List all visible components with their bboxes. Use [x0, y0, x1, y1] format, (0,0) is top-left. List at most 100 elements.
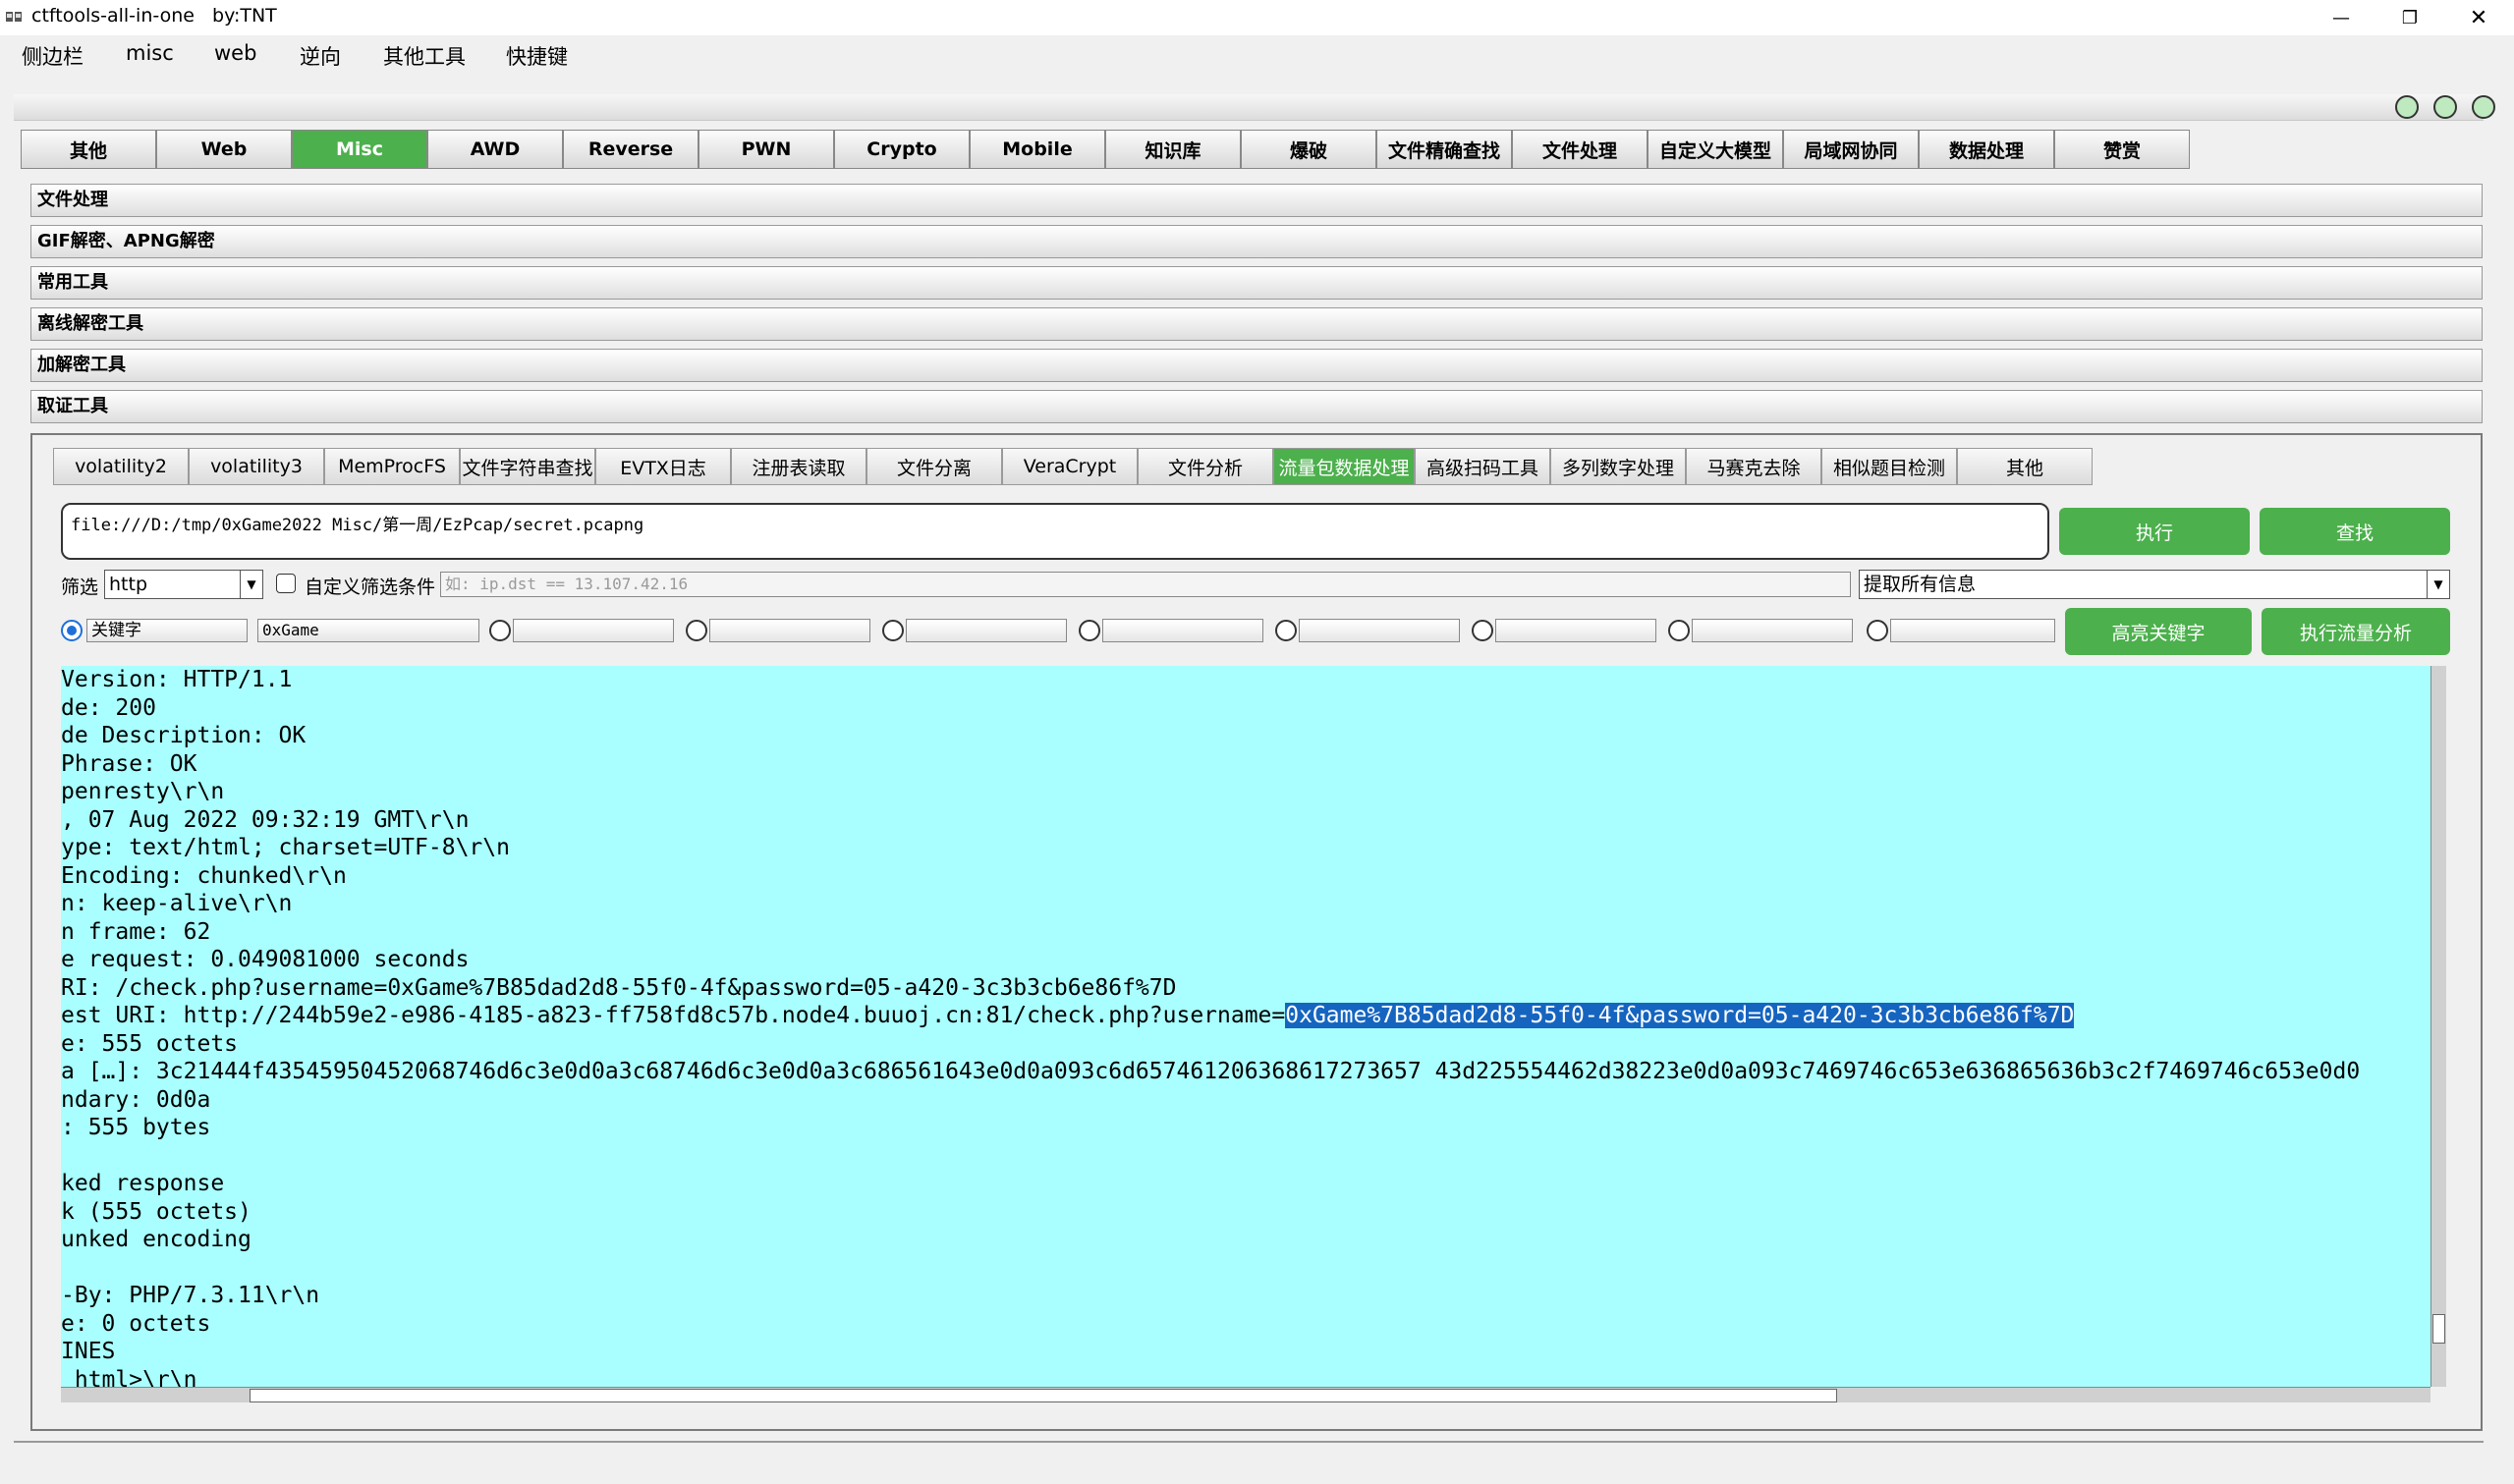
custom-filter-checkbox[interactable]: [276, 574, 296, 593]
section-common-tools[interactable]: 常用工具: [30, 266, 2483, 300]
highlight-keyword-button[interactable]: 高亮关键字: [2065, 608, 2252, 655]
output-line: , 07 Aug 2022 09:32:19 GMT\r\n: [61, 806, 470, 833]
subtab-advanced-scan[interactable]: 高级扫码工具: [1415, 448, 1550, 485]
tab-other[interactable]: 其他: [21, 130, 156, 169]
pcap-path-field[interactable]: file:///D:/tmp/0xGame2022 Misc/第一周/EzPca…: [61, 503, 2049, 560]
tab-donate[interactable]: 赞赏: [2054, 130, 2190, 169]
section-encrypt-decrypt[interactable]: 加解密工具: [30, 349, 2483, 382]
field-input-4[interactable]: [1102, 619, 1263, 642]
section-forensics[interactable]: 取证工具: [30, 390, 2483, 423]
field-radio-5[interactable]: [1275, 620, 1297, 641]
keyword-radio[interactable]: [61, 620, 83, 641]
output-vertical-scrollbar[interactable]: [2430, 666, 2446, 1387]
subtab-file-carving[interactable]: 文件分离: [866, 448, 1002, 485]
output-line: Phrase: OK: [61, 750, 197, 777]
tab-file-exact-search[interactable]: 文件精确查找: [1376, 130, 1512, 169]
field-radio-1[interactable]: [489, 620, 511, 641]
minimize-icon: —: [2332, 7, 2350, 28]
field-input-1[interactable]: [513, 619, 674, 642]
tab-awd[interactable]: AWD: [427, 130, 563, 169]
tab-crypto[interactable]: Crypto: [834, 130, 970, 169]
field-input-5[interactable]: [1299, 619, 1460, 642]
subtab-volatility3[interactable]: volatility3: [189, 448, 324, 485]
execute-button[interactable]: 执行: [2059, 508, 2250, 555]
vertical-scroll-thumb[interactable]: [2432, 1314, 2445, 1344]
tab-data-processing[interactable]: 数据处理: [1919, 130, 2054, 169]
search-button[interactable]: 查找: [2260, 508, 2450, 555]
output-line-prefix: est URI: http://244b59e2-e986-4185-a823-…: [61, 1003, 1286, 1028]
restore-button[interactable]: ❐: [2375, 0, 2444, 35]
output-line: RI: /check.php?username=0xGame%7B85dad2d…: [61, 974, 1177, 1001]
filter-combo[interactable]: http ▼: [104, 570, 263, 599]
output-line: a […]: 3c21444f43545950452068746d6c3e0d0…: [61, 1059, 2361, 1084]
menu-shortcuts[interactable]: 快捷键: [506, 41, 568, 71]
field-radio-4[interactable]: [1079, 620, 1100, 641]
custom-filter-label: 自定义筛选条件: [305, 577, 436, 598]
subtab-multi-column[interactable]: 多列数字处理: [1550, 448, 1686, 485]
tab-custom-llm[interactable]: 自定义大模型: [1648, 130, 1783, 169]
subtab-evtx[interactable]: EVTX日志: [595, 448, 731, 485]
circle-toggle-2[interactable]: [2433, 95, 2457, 119]
output-line: n frame: 62: [61, 918, 211, 945]
tab-pwn[interactable]: PWN: [698, 130, 834, 169]
subtab-string-search[interactable]: 文件字符串查找: [460, 448, 595, 485]
section-offline-decrypt[interactable]: 离线解密工具: [30, 307, 2483, 341]
subtab-similar-detect[interactable]: 相似题目检测: [1821, 448, 1957, 485]
output-line: Encoding: chunked\r\n: [61, 862, 347, 889]
field-input-2[interactable]: [709, 619, 870, 642]
section-file-processing[interactable]: 文件处理: [30, 184, 2483, 217]
menu-sidebar[interactable]: 侧边栏: [22, 41, 84, 71]
custom-filter-input[interactable]: 如: ip.dst == 13.107.42.16: [440, 572, 1851, 597]
field-input-7[interactable]: [1692, 619, 1853, 642]
output-horizontal-scrollbar[interactable]: [61, 1387, 2430, 1402]
tab-mobile[interactable]: Mobile: [970, 130, 1105, 169]
subtab-mosaic-removal[interactable]: 马赛克去除: [1686, 448, 1821, 485]
menu-reverse[interactable]: 逆向: [300, 41, 341, 71]
subtab-veracrypt[interactable]: VeraCrypt: [1002, 448, 1138, 485]
tab-misc[interactable]: Misc: [292, 130, 427, 169]
menu-misc[interactable]: misc: [126, 41, 174, 65]
output-line: de: 200: [61, 694, 156, 721]
field-radio-7[interactable]: [1668, 620, 1690, 641]
output-line: penresty\r\n: [61, 779, 225, 804]
output-line: html>\r\n: [61, 1366, 197, 1388]
tab-knowledge-base[interactable]: 知识库: [1105, 130, 1241, 169]
field-radio-2[interactable]: [686, 620, 707, 641]
subtab-traffic-processing[interactable]: 流量包数据处理: [1273, 448, 1415, 485]
minimize-button[interactable]: —: [2307, 0, 2375, 35]
tab-lan-collab[interactable]: 局域网协同: [1783, 130, 1919, 169]
output-line-highlighted: est URI: http://244b59e2-e986-4185-a823-…: [61, 1002, 2075, 1029]
subtab-registry[interactable]: 注册表读取: [731, 448, 866, 485]
keyword-input[interactable]: 0xGame: [257, 619, 479, 642]
filter-combo-value: http: [109, 574, 148, 595]
field-input-8[interactable]: [1890, 619, 2055, 642]
menu-web[interactable]: web: [214, 41, 256, 65]
run-traffic-analysis-button[interactable]: 执行流量分析: [2262, 608, 2450, 655]
close-button[interactable]: ✕: [2444, 0, 2513, 35]
title-bar: ctftools-all-in-one by:TNT — ❐ ✕: [0, 0, 2514, 35]
output-line: Version: HTTP/1.1: [61, 667, 293, 692]
field-radio-8[interactable]: [1867, 620, 1888, 641]
section-gif-apng[interactable]: GIF解密、APNG解密: [30, 225, 2483, 258]
tab-web[interactable]: Web: [156, 130, 292, 169]
menu-other-tools[interactable]: 其他工具: [383, 41, 466, 71]
field-input-6[interactable]: [1495, 619, 1656, 642]
field-radio-3[interactable]: [882, 620, 904, 641]
tab-bruteforce[interactable]: 爆破: [1241, 130, 1376, 169]
subtab-volatility2[interactable]: volatility2: [53, 448, 189, 485]
keyword-radio-label-box: 关键字: [86, 619, 248, 642]
filter-label: 筛选: [61, 577, 99, 598]
output-text-area[interactable]: Version: HTTP/1.1 de: 200 de Description…: [61, 666, 2430, 1387]
tab-reverse[interactable]: Reverse: [563, 130, 698, 169]
subtab-memprocfs[interactable]: MemProcFS: [324, 448, 460, 485]
circle-toggle-1[interactable]: [2395, 95, 2419, 119]
circle-toggle-3[interactable]: [2472, 95, 2495, 119]
field-radio-6[interactable]: [1472, 620, 1493, 641]
tab-file-processing[interactable]: 文件处理: [1512, 130, 1648, 169]
extract-mode-combo[interactable]: 提取所有信息 ▼: [1859, 570, 2450, 599]
subtab-file-analysis[interactable]: 文件分析: [1138, 448, 1273, 485]
output-line: ndary: 0d0a: [61, 1086, 211, 1113]
subtab-other[interactable]: 其他: [1957, 448, 2093, 485]
field-input-3[interactable]: [906, 619, 1067, 642]
horizontal-scroll-thumb[interactable]: [250, 1389, 1837, 1402]
